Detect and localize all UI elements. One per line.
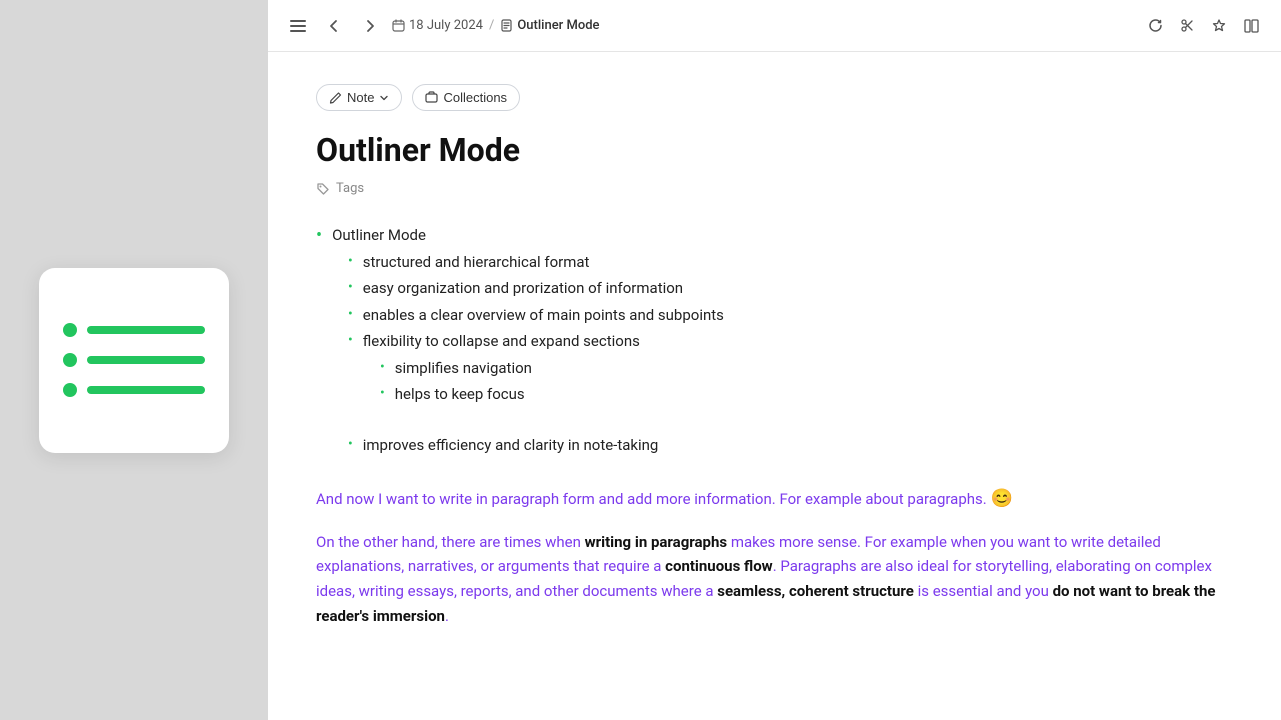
illus-dot-2 bbox=[63, 353, 77, 367]
illus-bar-2 bbox=[87, 356, 205, 364]
list-item: • improves efficiency and clarity in not… bbox=[316, 434, 1233, 457]
layout-button[interactable] bbox=[1237, 12, 1265, 40]
breadcrumb-date-text: 18 July 2024 bbox=[409, 18, 483, 33]
note-type-label: Note bbox=[347, 90, 374, 105]
item-text: helps to keep focus bbox=[395, 383, 525, 406]
list-item: • simplifies navigation bbox=[316, 357, 1233, 380]
para-1-text: And now I want to write in paragraph for… bbox=[316, 484, 1233, 514]
breadcrumb-current: Outliner Mode bbox=[500, 18, 599, 33]
forward-icon bbox=[363, 19, 377, 33]
toolbar: 18 July 2024 / Outliner Mode bbox=[268, 0, 1281, 52]
bullet-icon: • bbox=[348, 253, 353, 269]
illus-row-1 bbox=[63, 323, 205, 337]
refresh-icon bbox=[1148, 18, 1163, 33]
list-item: • structured and hierarchical format bbox=[316, 251, 1233, 274]
main-area: 18 July 2024 / Outliner Mode bbox=[268, 0, 1281, 720]
bookmark-button[interactable] bbox=[1205, 12, 1233, 40]
emoji-smile: 😊 bbox=[990, 488, 1012, 509]
toolbar-right bbox=[1141, 12, 1265, 40]
illus-row-2 bbox=[63, 353, 205, 367]
para-2-bold-3: seamless, coherent structure bbox=[717, 582, 914, 600]
breadcrumb: 18 July 2024 / Outliner Mode bbox=[392, 18, 600, 33]
outliner-list: • Outliner Mode • structured and hierarc… bbox=[316, 224, 1233, 456]
illustration-card bbox=[39, 268, 229, 453]
list-item: • easy organization and prorization of i… bbox=[316, 277, 1233, 300]
bullet-icon: • bbox=[348, 436, 353, 452]
item-text: simplifies navigation bbox=[395, 357, 532, 380]
para-2-bold-2: continuous flow bbox=[665, 557, 773, 575]
para-2-end: . bbox=[445, 607, 449, 625]
sub-list: • structured and hierarchical format • e… bbox=[316, 251, 1233, 457]
illus-dot-3 bbox=[63, 383, 77, 397]
para-2-bold-1: writing in paragraphs bbox=[585, 533, 727, 551]
breadcrumb-separator: / bbox=[489, 18, 494, 33]
paragraph-2: On the other hand, there are times when … bbox=[316, 530, 1233, 629]
bullet-icon: • bbox=[348, 279, 353, 295]
list-item: • Outliner Mode • structured and hierarc… bbox=[316, 224, 1233, 456]
bullet-icon: • bbox=[348, 332, 353, 348]
illus-bar-3 bbox=[87, 386, 205, 394]
settings-button[interactable] bbox=[1173, 12, 1201, 40]
back-icon bbox=[327, 19, 341, 33]
illus-row-3 bbox=[63, 383, 205, 397]
item-text: flexibility to collapse and expand secti… bbox=[363, 330, 640, 353]
back-button[interactable] bbox=[320, 12, 348, 40]
refresh-button[interactable] bbox=[1141, 12, 1169, 40]
item-text: Outliner Mode bbox=[332, 224, 426, 247]
bullet-icon: • bbox=[348, 306, 353, 322]
collections-label: Collections bbox=[443, 90, 507, 105]
tags-row[interactable]: Tags bbox=[316, 181, 1233, 196]
item-text: enables a clear overview of main points … bbox=[363, 304, 724, 327]
note-edit-icon bbox=[329, 91, 342, 104]
breadcrumb-date: 18 July 2024 bbox=[392, 18, 483, 33]
para-2-text: On the other hand, there are times when … bbox=[316, 530, 1233, 629]
collections-icon bbox=[425, 91, 438, 104]
bullet-icon: • bbox=[380, 359, 385, 375]
item-text: structured and hierarchical format bbox=[363, 251, 590, 274]
note-content: Note Collections Outliner Mode Tags bbox=[268, 52, 1281, 720]
list-item: • enables a clear overview of main point… bbox=[316, 304, 1233, 327]
forward-button[interactable] bbox=[356, 12, 384, 40]
page-title: Outliner Mode bbox=[316, 131, 1233, 169]
illus-dot-1 bbox=[63, 323, 77, 337]
tags-label: Tags bbox=[336, 181, 364, 196]
item-text: improves efficiency and clarity in note-… bbox=[363, 434, 659, 457]
scissors-icon bbox=[1180, 18, 1195, 33]
chevron-down-icon bbox=[379, 93, 389, 103]
illus-bar-1 bbox=[87, 326, 205, 334]
list-item: • helps to keep focus bbox=[316, 383, 1233, 406]
sidebar-toggle-button[interactable] bbox=[284, 12, 312, 40]
para-2-mid3: is essential and you bbox=[914, 582, 1053, 600]
item-text: easy organization and prorization of inf… bbox=[363, 277, 683, 300]
toolbar-left: 18 July 2024 / Outliner Mode bbox=[284, 12, 600, 40]
star-icon bbox=[1212, 18, 1226, 33]
left-panel bbox=[0, 0, 268, 720]
paragraph-1: And now I want to write in paragraph for… bbox=[316, 484, 1233, 514]
note-icon bbox=[500, 19, 513, 32]
list-item: • flexibility to collapse and expand sec… bbox=[316, 330, 1233, 406]
note-type-button[interactable]: Note bbox=[316, 84, 402, 111]
tag-icon bbox=[316, 182, 330, 196]
sidebar-icon bbox=[290, 19, 306, 33]
sub-sub-list: • simplifies navigation • helps to keep … bbox=[316, 357, 1233, 406]
breadcrumb-page-title: Outliner Mode bbox=[517, 18, 599, 33]
collections-button[interactable]: Collections bbox=[412, 84, 520, 111]
note-actions: Note Collections bbox=[316, 84, 1233, 111]
bullet-icon: • bbox=[316, 225, 322, 246]
para-1-content: And now I want to write in paragraph for… bbox=[316, 490, 987, 508]
layout-icon bbox=[1244, 19, 1259, 33]
bullet-icon: • bbox=[380, 385, 385, 401]
calendar-icon bbox=[392, 19, 405, 32]
para-2-intro: On the other hand, there are times when bbox=[316, 533, 585, 551]
